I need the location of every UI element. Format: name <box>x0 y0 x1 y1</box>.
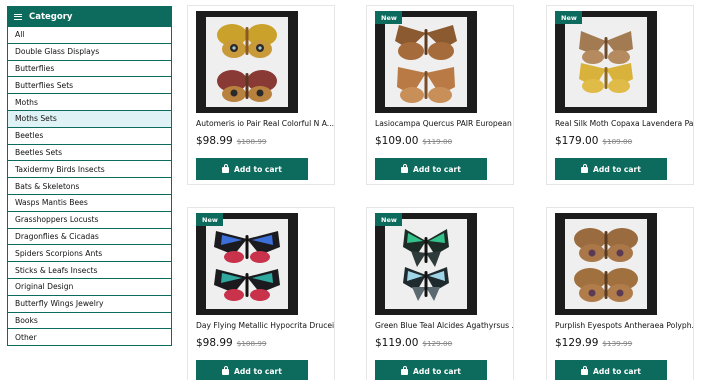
product-title[interactable]: Day Flying Metallic Hypocrita Drucei... <box>196 321 334 330</box>
menu-icon <box>14 13 22 20</box>
product-title[interactable]: Green Blue Teal Alcides Agathyrsus ... <box>375 321 513 330</box>
current-price: $179.00 <box>555 135 599 147</box>
product-image[interactable] <box>555 11 657 113</box>
product-price: $98.99 $108.99 <box>196 337 266 349</box>
product-title[interactable]: Lasiocampa Quercus PAIR European ... <box>375 119 513 128</box>
category-item-bats-skeletons[interactable]: Bats & Skeletons <box>8 178 171 195</box>
product-price: $119.00 $129.00 <box>375 337 452 349</box>
moth-specimen-image <box>574 228 638 302</box>
current-price: $109.00 <box>375 135 419 147</box>
product-card[interactable]: Purplish Eyespots Antheraea Polyph... $1… <box>546 207 694 380</box>
category-item-butterflies-sets[interactable]: Butterflies Sets <box>8 77 171 95</box>
category-list: All Double Glass Displays Butterflies Bu… <box>7 27 172 347</box>
product-price: $129.99 $139.99 <box>555 337 632 349</box>
original-price: $108.99 <box>236 339 267 348</box>
shopping-bag-icon <box>401 366 409 375</box>
category-item-beetles-sets[interactable]: Beetles Sets <box>8 144 171 162</box>
category-item-wasps-mantis-bees[interactable]: Wasps Mantis Bees <box>8 194 171 212</box>
category-item-sticks-leafs-insects[interactable]: Sticks & Leafs Insects <box>8 262 171 279</box>
add-to-cart-button[interactable]: Add to cart <box>555 158 667 180</box>
add-to-cart-button[interactable]: Add to cart <box>196 158 308 180</box>
new-badge: New <box>375 11 402 24</box>
add-to-cart-label: Add to cart <box>413 366 461 376</box>
add-to-cart-button[interactable]: Add to cart <box>375 360 487 380</box>
product-image[interactable] <box>196 213 298 315</box>
product-image[interactable] <box>196 11 298 113</box>
category-item-books[interactable]: Books <box>8 312 171 330</box>
category-item-moths[interactable]: Moths <box>8 94 171 111</box>
category-item-dragonflies-cicadas[interactable]: Dragonflies & Cicadas <box>8 228 171 246</box>
category-item-grasshoppers-locusts[interactable]: Grasshoppers Locusts <box>8 211 171 229</box>
add-to-cart-button[interactable]: Add to cart <box>375 158 487 180</box>
shopping-bag-icon <box>222 366 230 375</box>
shopping-bag-icon <box>401 164 409 173</box>
category-item-other[interactable]: Other <box>8 329 171 347</box>
category-sidebar: Category All Double Glass Displays Butte… <box>7 6 172 347</box>
category-item-all[interactable]: All <box>8 27 171 44</box>
category-item-spiders-scorpions-ants[interactable]: Spiders Scorpions Ants <box>8 245 171 263</box>
category-item-butterfly-wings-jewelry[interactable]: Butterfly Wings Jewelry <box>8 295 171 313</box>
moth-specimen-image <box>579 31 633 93</box>
category-item-taxidermy-birds-insects[interactable]: Taxidermy Birds Insects <box>8 161 171 179</box>
product-image[interactable] <box>555 213 657 315</box>
product-price: $98.99 $108.99 <box>196 135 266 147</box>
add-to-cart-label: Add to cart <box>593 164 641 174</box>
add-to-cart-label: Add to cart <box>413 164 461 174</box>
product-card[interactable]: New Lasiocampa Quercus PAIR European ...… <box>366 5 514 185</box>
moth-specimen-image <box>403 229 449 301</box>
original-price: $189.00 <box>602 137 633 146</box>
product-card[interactable]: New Real Silk Moth Copaxa Lavendera Pa..… <box>546 5 694 185</box>
category-item-butterflies[interactable]: Butterflies <box>8 60 171 78</box>
category-item-double-glass-displays[interactable]: Double Glass Displays <box>8 43 171 61</box>
new-badge: New <box>555 11 582 24</box>
original-price: $119.00 <box>422 137 453 146</box>
moth-specimen-image <box>395 25 457 103</box>
product-card[interactable]: New Day Flying Metallic Hypocrita Drucei… <box>187 207 335 380</box>
shopping-bag-icon <box>222 164 230 173</box>
moth-specimen-image <box>217 24 277 102</box>
current-price: $98.99 <box>196 337 233 349</box>
moth-specimen-image <box>214 231 280 301</box>
add-to-cart-button[interactable]: Add to cart <box>196 360 308 380</box>
current-price: $98.99 <box>196 135 233 147</box>
category-header-label: Category <box>29 11 73 22</box>
shopping-bag-icon <box>581 366 589 375</box>
original-price: $108.99 <box>236 137 267 146</box>
product-title[interactable]: Purplish Eyespots Antheraea Polyph... <box>555 321 693 330</box>
shopping-bag-icon <box>581 164 589 173</box>
add-to-cart-label: Add to cart <box>234 164 282 174</box>
product-title[interactable]: Automeris io Pair Real Colorful N A... <box>196 119 334 128</box>
product-title[interactable]: Real Silk Moth Copaxa Lavendera Pa... <box>555 119 693 128</box>
product-price: $109.00 $119.00 <box>375 135 452 147</box>
product-price: $179.00 $189.00 <box>555 135 632 147</box>
new-badge: New <box>196 213 223 226</box>
original-price: $139.99 <box>602 339 633 348</box>
category-item-moths-sets[interactable]: Moths Sets <box>8 110 171 128</box>
product-card[interactable]: Automeris io Pair Real Colorful N A... $… <box>187 5 335 185</box>
add-to-cart-label: Add to cart <box>593 366 641 376</box>
original-price: $129.00 <box>422 339 453 348</box>
category-item-original-design[interactable]: Original Design <box>8 278 171 296</box>
category-item-beetles[interactable]: Beetles <box>8 127 171 145</box>
product-image[interactable] <box>375 11 477 113</box>
add-to-cart-button[interactable]: Add to cart <box>555 360 667 380</box>
current-price: $119.00 <box>375 337 419 349</box>
new-badge: New <box>375 213 402 226</box>
add-to-cart-label: Add to cart <box>234 366 282 376</box>
product-image[interactable] <box>375 213 477 315</box>
product-card[interactable]: New Green Blue Teal Alcides Agathyrsus .… <box>366 207 514 380</box>
category-header[interactable]: Category <box>7 6 172 27</box>
current-price: $129.99 <box>555 337 599 349</box>
